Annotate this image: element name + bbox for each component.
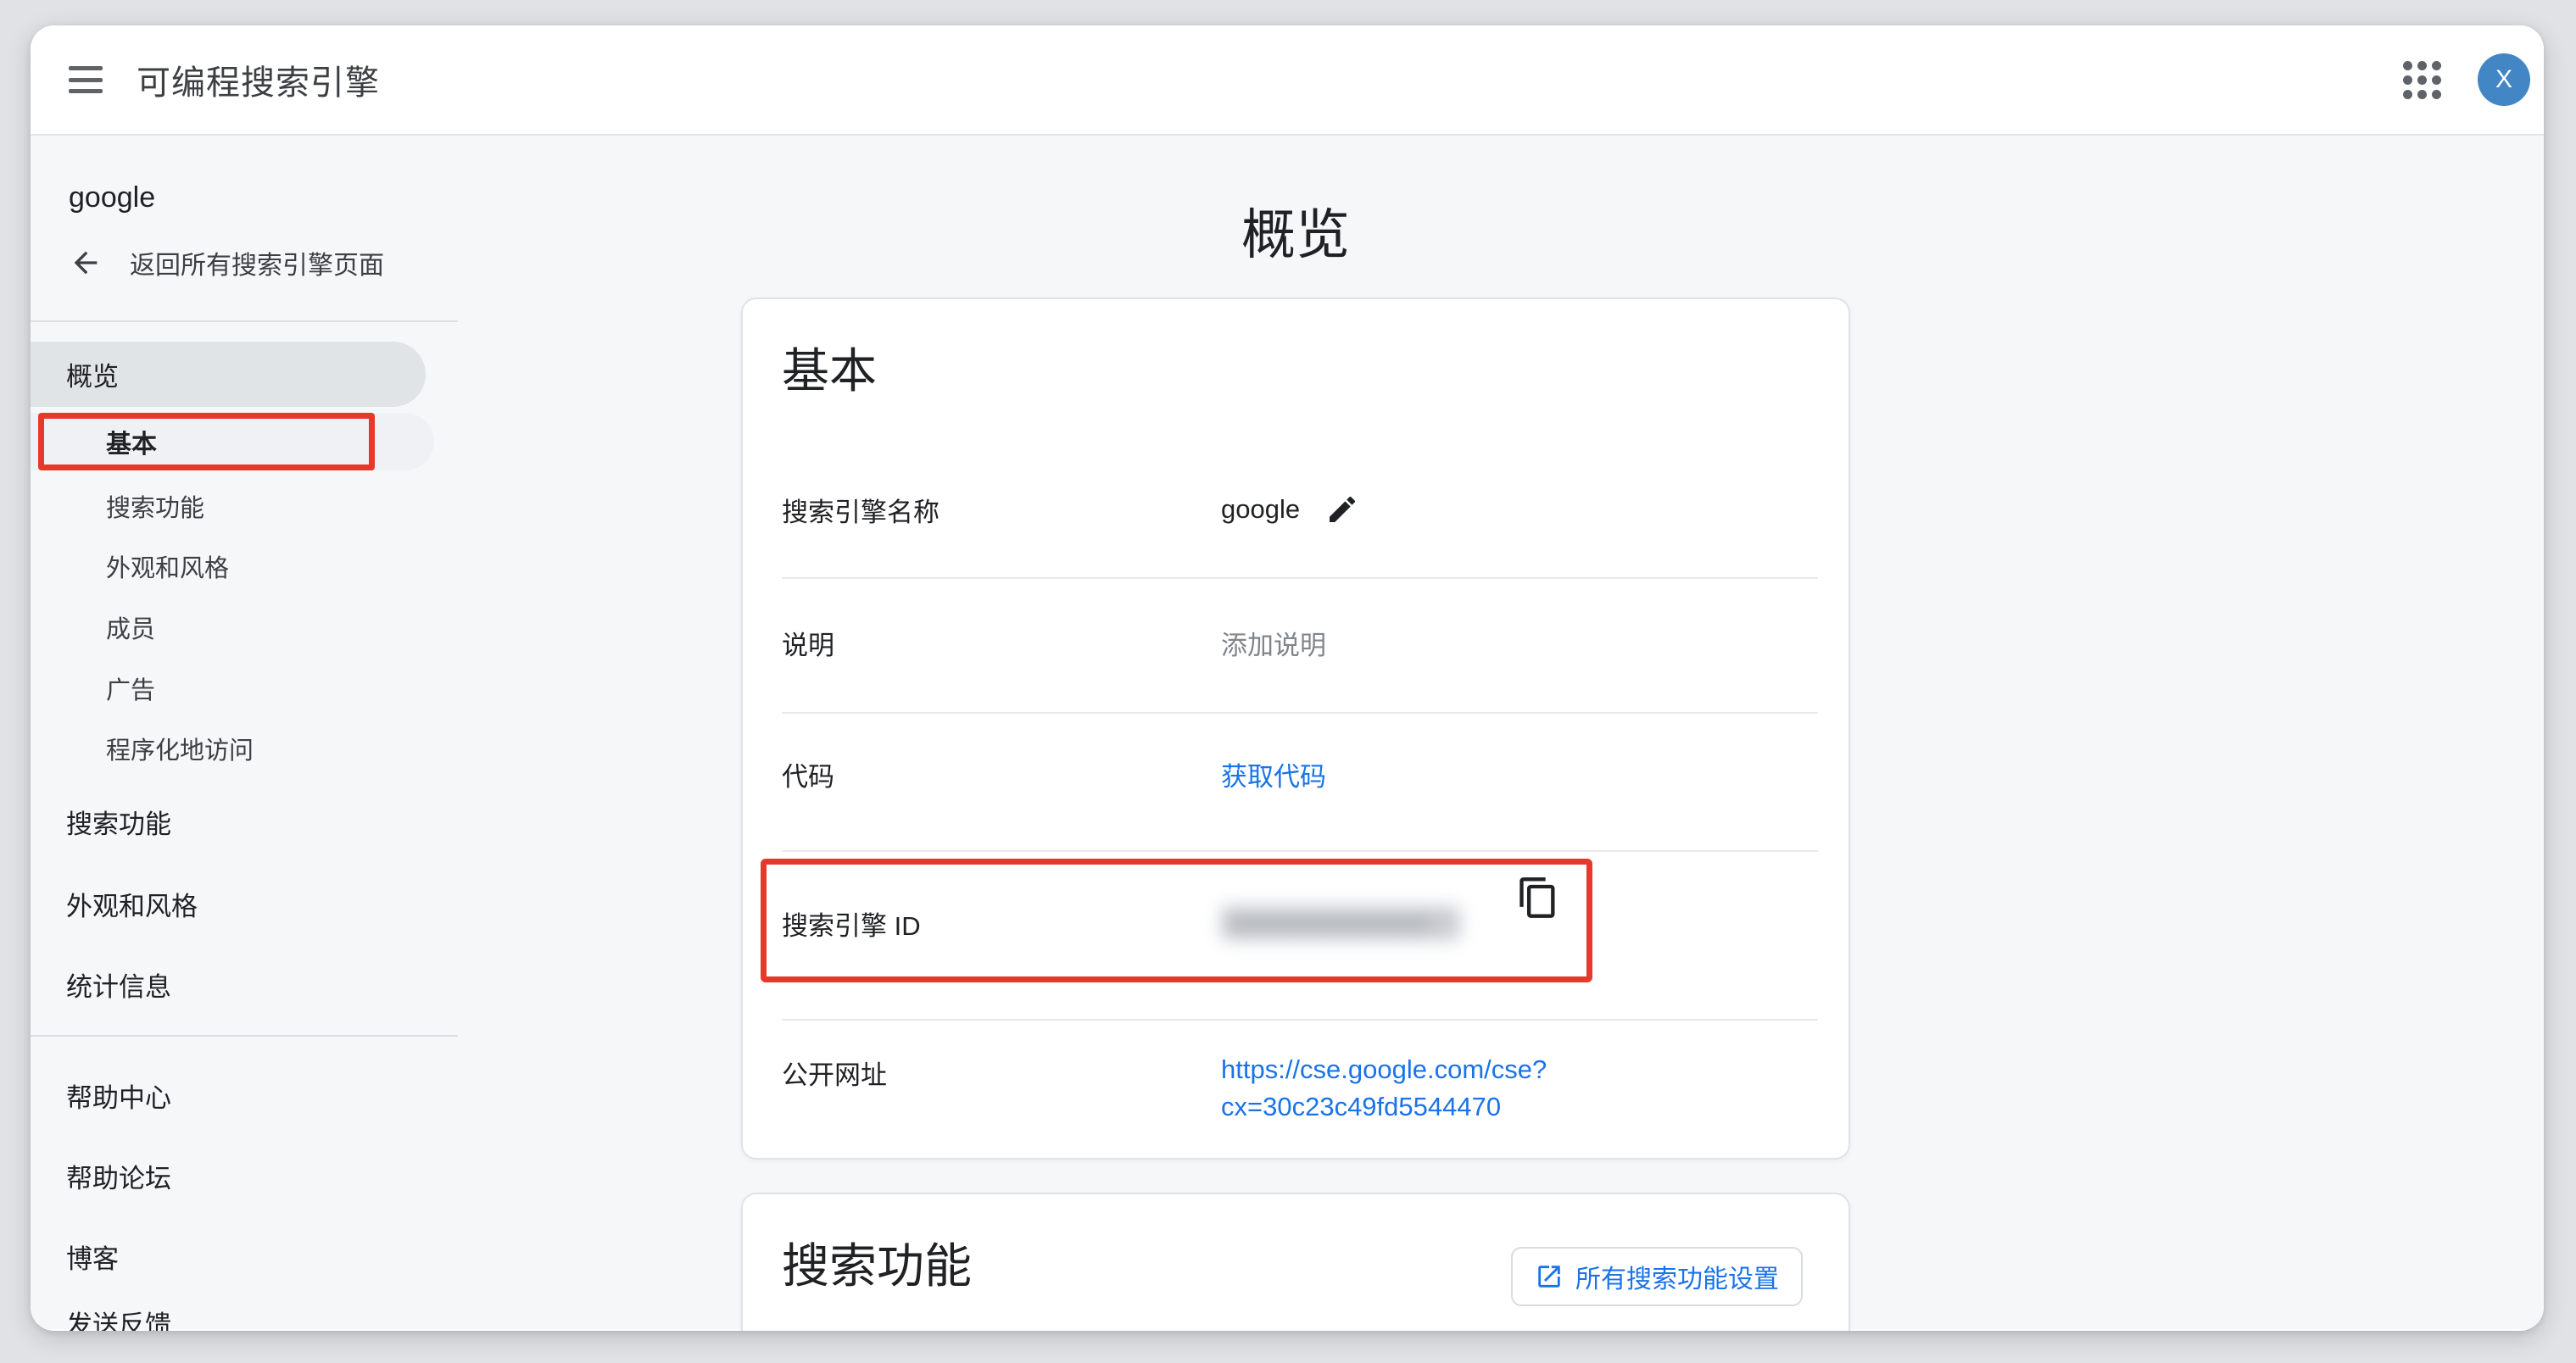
sidebar-item-basic[interactable]: 基本 — [31, 413, 434, 470]
top-app-bar: 可编程搜索引擎 X — [31, 25, 2544, 136]
pencil-icon[interactable] — [1325, 492, 1359, 526]
sidebar-item-overview[interactable]: 概览 — [31, 342, 426, 407]
sidebar-divider — [31, 320, 458, 322]
sidebar-item-send-feedback[interactable]: 发送反馈 — [66, 1297, 171, 1331]
back-to-all-engines-link[interactable]: 返回所有搜索引擎页面 — [69, 237, 384, 288]
sidebar-item-members[interactable]: 成员 — [106, 602, 155, 653]
sidebar-item-search-features[interactable]: 搜索功能 — [66, 796, 171, 847]
search-features-heading: 搜索功能 — [782, 1228, 972, 1305]
basic-card: 基本 搜索引擎名称 google 说明 添加说明 — [741, 298, 1850, 1160]
description-row-label: 说明 — [782, 624, 834, 662]
public-url-line2: cx=30c23c49fd5544470 — [1221, 1088, 1547, 1126]
engine-id-masked-value: xxxxxxxxxxxxxx — [1221, 906, 1460, 940]
all-search-features-settings-button[interactable]: 所有搜索功能设置 — [1511, 1247, 1803, 1306]
row-divider — [782, 1019, 1818, 1021]
sidebar-item-programmatic-access[interactable]: 程序化地访问 — [106, 723, 254, 774]
page-title: 概览 — [741, 192, 1850, 251]
arrow-left-icon — [69, 246, 103, 280]
row-divider — [782, 577, 1818, 579]
row-code: 代码 获取代码 — [743, 748, 1848, 799]
row-divider — [782, 850, 1818, 852]
sidebar-item-help-forum[interactable]: 帮助论坛 — [66, 1150, 171, 1201]
app-title: 可编程搜索引擎 — [137, 55, 380, 104]
back-link-label: 返回所有搜索引擎页面 — [130, 244, 384, 281]
get-code-link[interactable]: 获取代码 — [1221, 755, 1326, 793]
public-url-row-label: 公开网址 — [782, 1054, 887, 1092]
menu-icon[interactable] — [69, 66, 103, 93]
row-divider — [782, 712, 1818, 714]
description-placeholder[interactable]: 添加说明 — [1221, 624, 1326, 662]
public-url-link[interactable]: https://cse.google.com/cse? cx=30c23c49f… — [1221, 1051, 1547, 1126]
engine-name-value: google — [1221, 494, 1300, 525]
sidebar-item-help-center[interactable]: 帮助中心 — [66, 1070, 171, 1121]
app-window: 可编程搜索引擎 X google 返回所有搜索引擎页面 概览 基本 搜索功能 外… — [31, 25, 2544, 1331]
public-url-line1: https://cse.google.com/cse? — [1221, 1051, 1547, 1088]
basic-card-heading: 基本 — [782, 333, 877, 409]
sidebar-item-label: 基本 — [106, 423, 157, 460]
sidebar-item-look-and-feel[interactable]: 外观和风格 — [66, 878, 198, 929]
settings-button-label: 所有搜索功能设置 — [1575, 1258, 1779, 1295]
sidebar-item-blog[interactable]: 博客 — [66, 1231, 119, 1282]
sidebar-item-statistics[interactable]: 统计信息 — [66, 959, 171, 1010]
apps-grid-icon[interactable] — [2403, 61, 2440, 98]
sidebar-item-look-and-feel-sub[interactable]: 外观和风格 — [106, 541, 229, 592]
open-in-new-icon — [1535, 1262, 1564, 1291]
sidebar-divider — [31, 1035, 458, 1037]
row-engine-name: 搜索引擎名称 google — [743, 484, 1848, 535]
sidebar-item-ads[interactable]: 广告 — [106, 663, 155, 714]
sidebar-item-search-features-sub[interactable]: 搜索功能 — [106, 481, 204, 531]
account-avatar[interactable]: X — [2478, 53, 2530, 106]
engine-id-row-label: 搜索引擎 ID — [782, 904, 921, 943]
row-description: 说明 添加说明 — [743, 617, 1848, 668]
copy-icon[interactable] — [1516, 876, 1560, 920]
engine-name-label: google — [69, 172, 155, 223]
content-area: google 返回所有搜索引擎页面 概览 基本 搜索功能 外观和风格 成员 广告… — [31, 136, 2544, 1329]
search-features-card: 搜索功能 所有搜索功能设置 — [741, 1193, 1850, 1331]
sidebar: google 返回所有搜索引擎页面 概览 基本 搜索功能 外观和风格 成员 广告… — [31, 136, 458, 1329]
row-engine-id: 搜索引擎 ID xxxxxxxxxxxxxx — [743, 898, 1848, 949]
sidebar-item-label: 概览 — [66, 355, 119, 393]
code-row-label: 代码 — [782, 755, 834, 793]
engine-name-row-label: 搜索引擎名称 — [782, 491, 940, 529]
main-panel: 概览 基本 搜索引擎名称 google 说明 — [458, 136, 2544, 1329]
